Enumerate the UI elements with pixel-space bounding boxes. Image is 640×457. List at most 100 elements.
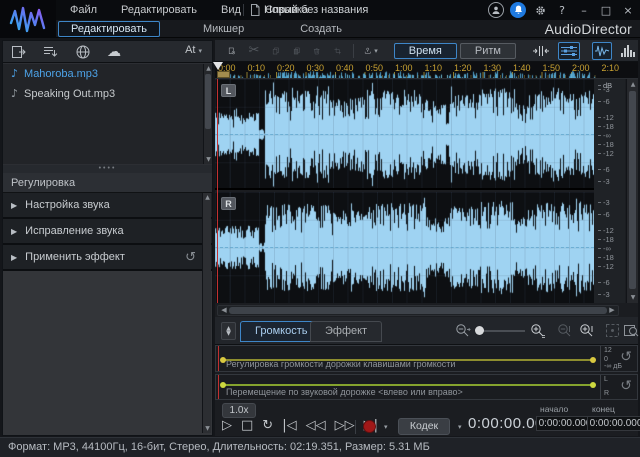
record-button[interactable] — [363, 420, 376, 433]
ruler-tick-label: 2:10 — [602, 63, 620, 73]
cut-icon[interactable]: ✂ — [248, 43, 259, 58]
pan-envelope-lane[interactable]: Перемещение по звуковой дорожке <влево и… — [215, 374, 638, 400]
envelope-point[interactable] — [590, 357, 596, 363]
playhead-marker[interactable] — [213, 62, 223, 70]
tab-create[interactable]: Создать — [287, 21, 355, 37]
maximize-button[interactable]: □ — [598, 2, 614, 18]
scroll-down-icon[interactable]: ▼ — [627, 293, 639, 302]
db-label: -12 — [598, 226, 614, 235]
tab-edit[interactable]: Редактировать — [58, 21, 160, 37]
waveform-view-icon[interactable] — [592, 42, 612, 60]
scroll-up-icon[interactable]: ▲ — [627, 80, 639, 89]
menu-item-0[interactable]: Файл — [58, 0, 109, 20]
paste-icon[interactable] — [293, 43, 300, 59]
chevron-down-icon[interactable]: ▾ — [458, 423, 462, 431]
start-time-field[interactable]: 0:00:00.000 — [536, 416, 594, 431]
zoom-out-vertical-icon[interactable] — [557, 323, 573, 339]
account-icon[interactable] — [488, 2, 504, 18]
tab-effect[interactable]: Эффект — [310, 321, 382, 342]
scroll-right-icon[interactable]: ▶ — [607, 306, 617, 315]
skip-start-button[interactable]: |◁ — [282, 418, 296, 433]
sort-button[interactable]: Аt▾ — [185, 44, 202, 56]
document-title-text: Новый без названия — [264, 4, 368, 16]
scroll-up-icon[interactable]: ▲ — [204, 64, 213, 73]
menu-item-2[interactable]: Вид — [209, 0, 253, 20]
timeline-ruler[interactable]: 0:000:100:200:300:400:501:001:101:201:30… — [215, 62, 638, 79]
keyframes-panel-icon[interactable] — [558, 42, 580, 60]
envelope-point[interactable] — [590, 382, 596, 388]
time-mode-button[interactable]: Время — [394, 43, 457, 59]
envelope-point[interactable] — [220, 382, 226, 388]
volume-envelope-lane[interactable]: Регулировка громкости дорожки клавишами … — [215, 345, 638, 372]
chevron-down-icon[interactable]: ▾ — [374, 47, 378, 55]
copy-icon[interactable] — [272, 43, 279, 59]
expand-triangle-icon[interactable]: ▶ — [11, 227, 17, 236]
settings-gear-icon[interactable] — [532, 2, 548, 18]
zoom-in-horizontal-icon[interactable] — [530, 323, 547, 339]
file-item[interactable]: ♪Mahoroba.mp3 — [3, 64, 203, 84]
db-label: -6 — [598, 97, 610, 106]
zoom-in-vertical-icon[interactable] — [579, 323, 595, 339]
end-time-field[interactable]: 0:00:00.000 — [587, 416, 640, 431]
adjustment-section[interactable]: ▶Настройка звука — [3, 193, 212, 219]
beat-mode-button[interactable]: Ритм — [460, 43, 516, 59]
stop-button[interactable]: □ — [241, 418, 253, 433]
chevron-down-icon[interactable]: ▾ — [384, 423, 388, 431]
properties-icon[interactable] — [228, 43, 235, 59]
rewind-button[interactable]: ◁◁ — [306, 418, 326, 433]
close-button[interactable]: × — [620, 2, 636, 18]
zoom-slider-knob[interactable] — [475, 326, 484, 335]
waveform-channel-left[interactable]: L — [215, 79, 594, 190]
codec-button[interactable]: Кодек — [398, 418, 450, 435]
scroll-down-icon[interactable]: ▼ — [204, 155, 213, 164]
reset-icon[interactable]: ↺ — [620, 378, 632, 394]
trim-icon[interactable] — [334, 43, 341, 59]
marker-icon[interactable] — [364, 43, 371, 59]
waveform-horizontal-scrollbar[interactable]: ◀ ▶ — [217, 305, 619, 316]
minimize-button[interactable]: – — [576, 2, 592, 18]
delete-icon[interactable] — [313, 43, 320, 59]
tab-mixer[interactable]: Микшер — [190, 21, 257, 37]
fit-selection-icon[interactable] — [605, 323, 620, 338]
reset-icon[interactable]: ↺ — [620, 349, 632, 365]
expand-triangle-icon[interactable]: ▶ — [11, 253, 17, 262]
cloud-icon[interactable]: ☁ — [107, 45, 121, 59]
import-media-icon[interactable] — [11, 44, 27, 60]
reset-icon[interactable]: ↺ — [185, 250, 196, 265]
scroll-left-icon[interactable]: ◀ — [219, 306, 229, 315]
adjustment-section[interactable]: ▶Исправление звука — [3, 219, 212, 245]
spectral-view-icon[interactable] — [618, 42, 638, 60]
fast-forward-button[interactable]: ▷▷ — [335, 418, 355, 433]
zoom-slider-track[interactable] — [477, 330, 525, 332]
envelope-point[interactable] — [220, 357, 226, 363]
zoom-to-selection-icon[interactable] — [623, 323, 639, 338]
lane-label: Перемещение по звуковой дорожке <влево и… — [226, 387, 463, 397]
library-scrollbar[interactable]: ▲ ▼ — [203, 64, 212, 164]
fit-project-icon[interactable] — [530, 42, 552, 60]
playhead-handle[interactable] — [217, 71, 230, 78]
loop-button[interactable]: ↻ — [262, 418, 273, 433]
ruler-tick-label: 0:10 — [248, 63, 266, 73]
waveform-vertical-scrollbar[interactable]: ▲ ▼ — [626, 79, 638, 303]
adjustment-scrollbar[interactable]: ▲ ▼ — [202, 193, 211, 433]
file-item[interactable]: ♪Speaking Out.mp3 — [3, 84, 203, 104]
pan-envelope-line[interactable] — [222, 384, 594, 386]
playback-speed-button[interactable]: 1.0x — [222, 403, 256, 418]
menu-item-1[interactable]: Редактировать — [109, 0, 209, 20]
db-label: -12 — [598, 113, 614, 122]
help-icon[interactable]: ? — [554, 2, 570, 18]
collapse-panel-button[interactable]: ▲▼ — [221, 322, 236, 340]
notification-bell-icon[interactable] — [510, 2, 526, 18]
scroll-down-icon[interactable]: ▼ — [203, 424, 212, 433]
play-button[interactable]: ▷ — [222, 418, 232, 433]
scroll-up-icon[interactable]: ▲ — [203, 193, 212, 202]
ruler-tick-label: 0:30 — [307, 63, 325, 73]
waveform-channel-right[interactable]: R — [215, 192, 594, 303]
panel-splitter[interactable]: •••• — [3, 165, 212, 173]
volume-envelope-line[interactable] — [222, 359, 594, 361]
import-folder-icon[interactable] — [43, 44, 59, 60]
download-sound-clips-icon[interactable] — [75, 44, 91, 60]
adjustment-section[interactable]: ▶Применить эффект↺ — [3, 245, 212, 271]
zoom-out-horizontal-icon[interactable] — [455, 323, 472, 339]
expand-triangle-icon[interactable]: ▶ — [11, 201, 17, 210]
